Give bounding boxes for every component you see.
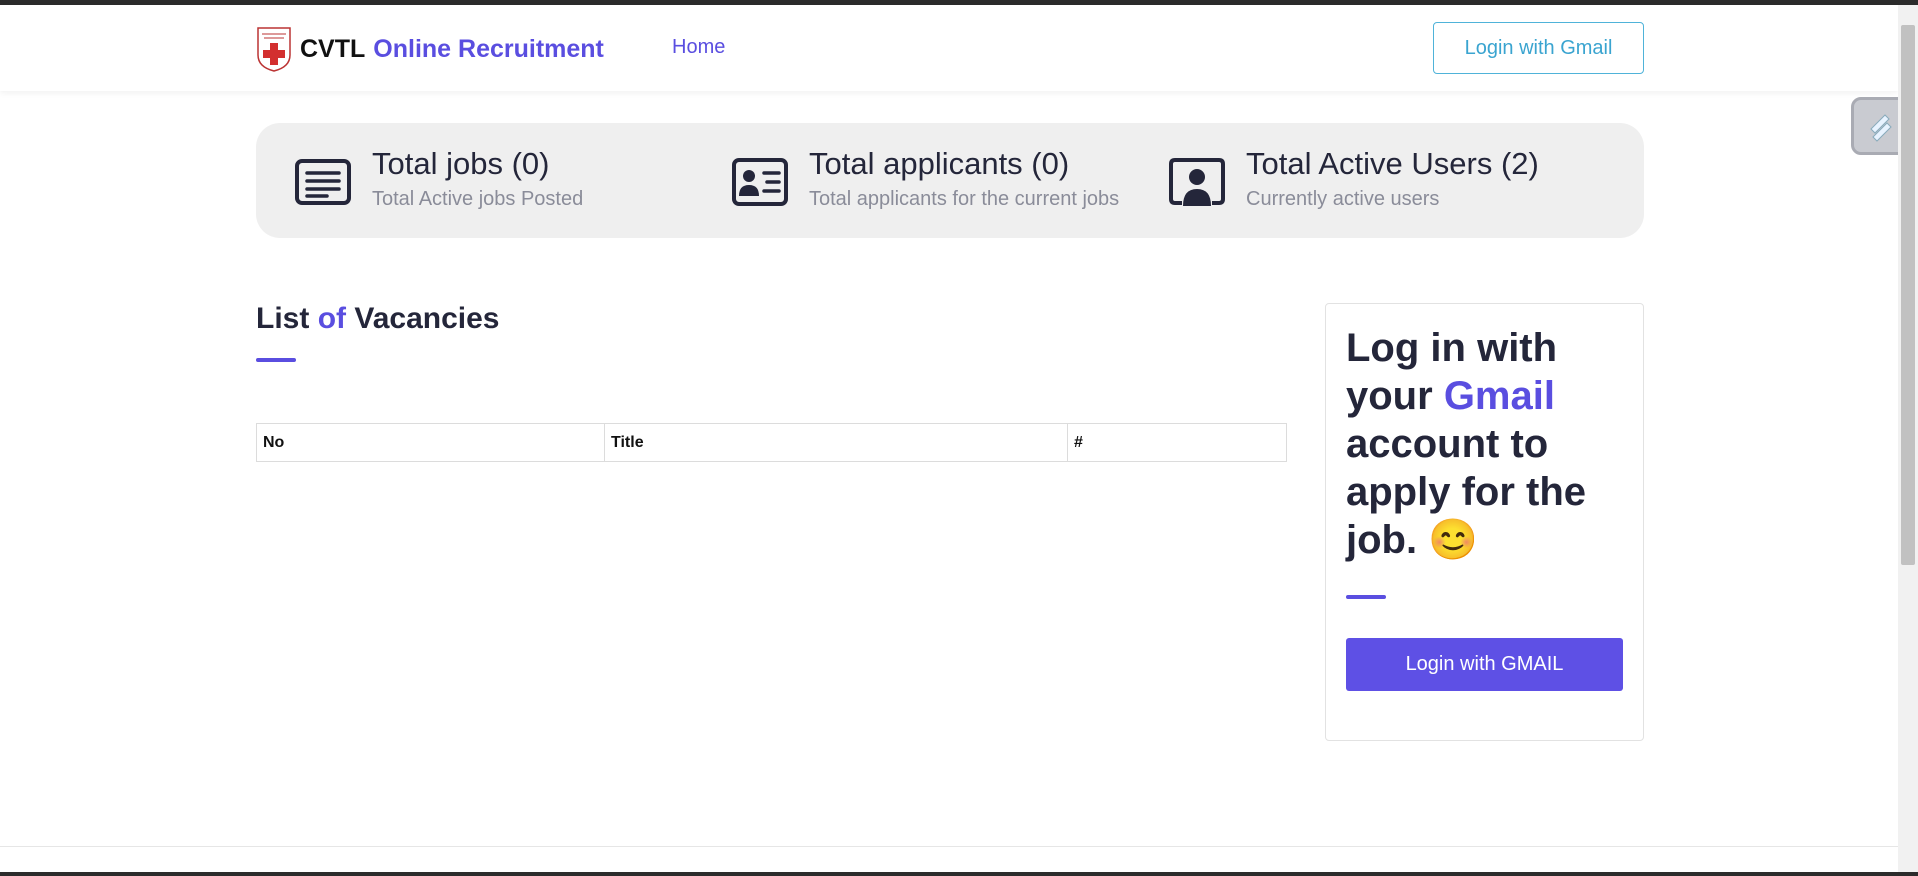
heading-part: Vacancies (354, 302, 500, 335)
scrollbar-thumb[interactable] (1901, 25, 1915, 565)
stat-title: Total applicants (0) (809, 146, 1070, 181)
stats-panel: Total jobs (0) Total Active jobs Posted … (256, 123, 1644, 238)
site-header: CVTL Online Recruitment Home Login with … (0, 5, 1898, 91)
stat-title: Total jobs (0) (372, 146, 550, 181)
brand-accent: Online Recruitment (373, 34, 604, 63)
column-header-hash: # (1067, 423, 1287, 462)
table-header-row: No Title # (256, 423, 1287, 462)
vacancies-heading: List of Vacancies (256, 302, 499, 336)
smile-emoji-icon: 😊 (1428, 518, 1479, 562)
message-accent: Gmail (1443, 374, 1555, 418)
heading-underline (256, 358, 296, 362)
id-card-icon (732, 158, 788, 206)
login-with-gmail-button[interactable]: Login with Gmail (1433, 22, 1644, 74)
login-card: Log in with your Gmail account to apply … (1325, 303, 1644, 741)
stat-subtitle: Total applicants for the current jobs (809, 188, 1120, 210)
lightning-icon (1870, 114, 1892, 142)
column-header-no: No (256, 423, 605, 462)
heading-part: List (256, 302, 310, 335)
stat-subtitle: Total Active jobs Posted (372, 188, 584, 210)
window-bottom-border (0, 872, 1918, 876)
document-lines-icon (295, 159, 351, 205)
brand-name: CVTL (300, 34, 366, 63)
stat-total-applicants: Total applicants (0) Total applicants fo… (731, 146, 1119, 211)
stat-total-jobs: Total jobs (0) Total Active jobs Posted (294, 146, 583, 211)
user-frame-icon (1169, 158, 1225, 206)
card-underline (1346, 595, 1386, 599)
stat-subtitle: Currently active users (1246, 188, 1440, 210)
red-cross-shield-icon (257, 27, 291, 72)
footer-divider (0, 846, 1898, 847)
vacancies-table: No Title # (256, 423, 1287, 462)
stat-title: Total Active Users (2) (1246, 146, 1539, 181)
stat-active-users: Total Active Users (2) Currently active … (1168, 146, 1539, 211)
heading-accent: of (317, 302, 347, 335)
brand[interactable]: CVTL Online Recruitment (256, 25, 604, 73)
login-card-message: Log in with your Gmail account to apply … (1346, 324, 1631, 564)
login-with-gmail-primary-button[interactable]: Login with GMAIL (1346, 638, 1623, 691)
nav-home-link[interactable]: Home (672, 36, 725, 59)
column-header-title: Title (604, 423, 1068, 462)
